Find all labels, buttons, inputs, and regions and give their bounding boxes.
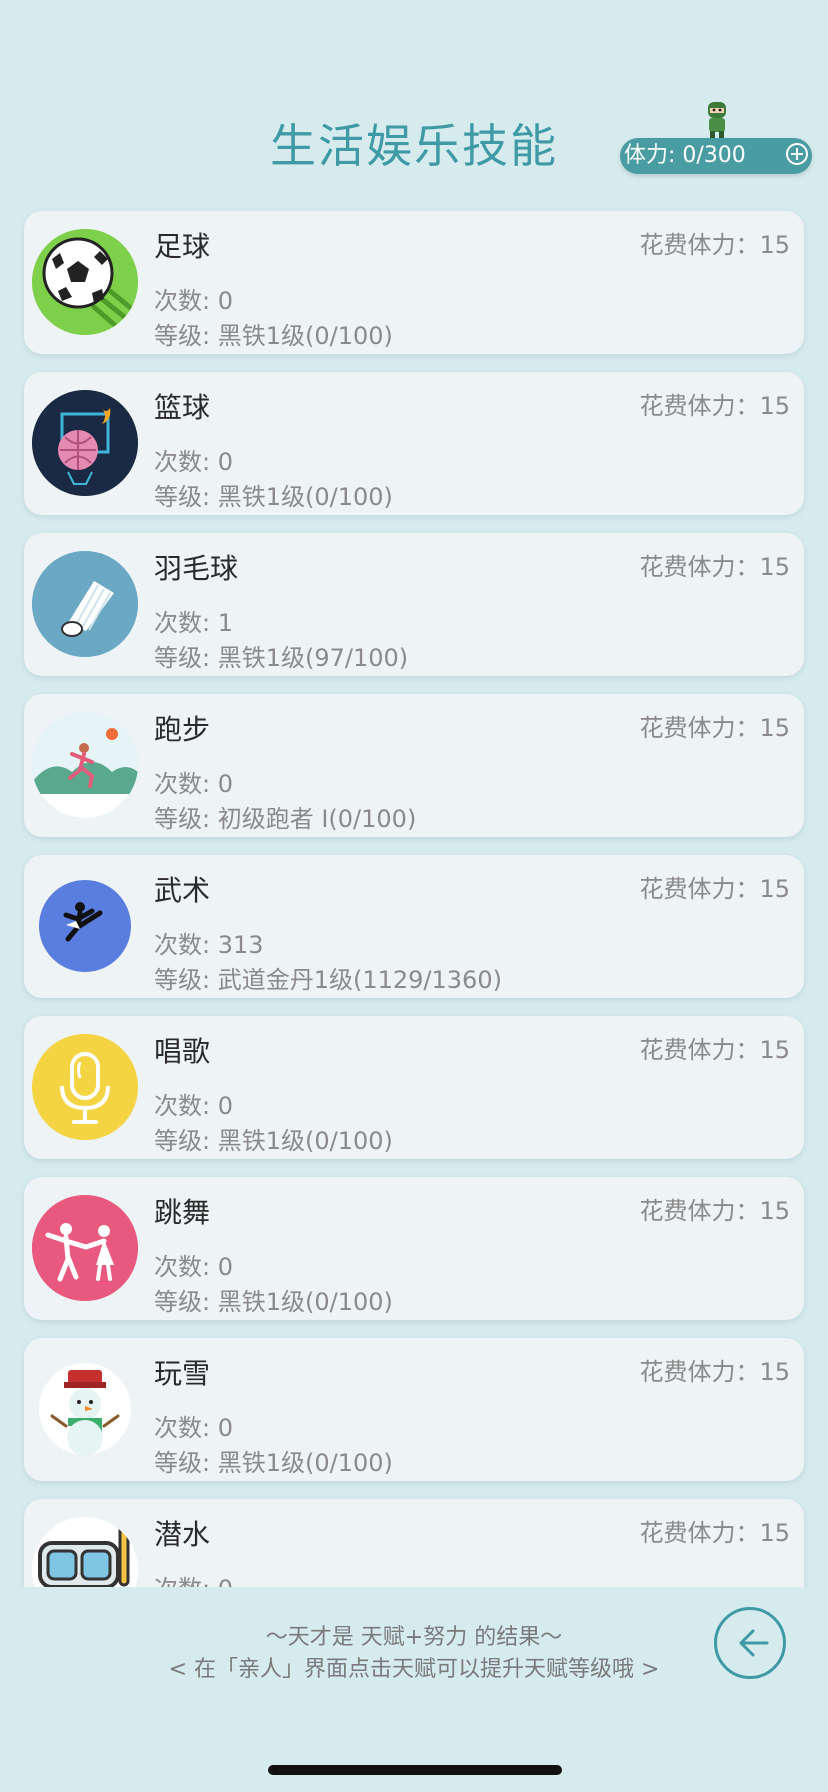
stamina-label: 体力: 0/300 <box>624 143 746 168</box>
arrow-left-icon <box>739 1629 769 1657</box>
skill-card[interactable]: 潜水 花费体力：15 次数: 0 <box>24 1499 804 1587</box>
skill-count: 次数: 1 <box>154 609 233 637</box>
skill-level: 等级: 黑铁1级(97/100) <box>154 644 409 672</box>
skill-level: 等级: 初级跑者 I(0/100) <box>154 805 417 833</box>
hint-text: < 在「亲人」界面点击天赋可以提升天赋等级哦 > <box>168 1657 660 1682</box>
skill-name: 足球 <box>154 230 211 263</box>
skill-level: 等级: 黑铁1级(0/100) <box>154 1288 393 1316</box>
footer: ～天才是 天赋+努力 的结果～ < 在「亲人」界面点击天赋可以提升天赋等级哦 > <box>0 1587 828 1792</box>
skill-card[interactable]: 武术 花费体力：15 次数: 313 等级: 武道金丹1级(1129/1360) <box>24 855 804 998</box>
skill-level: 等级: 黑铁1级(0/100) <box>154 1449 393 1477</box>
skill-level: 等级: 黑铁1级(0/100) <box>154 1127 393 1155</box>
skill-count: 次数: 0 <box>154 1414 233 1442</box>
skill-cost: 花费体力：15 <box>639 553 790 581</box>
skill-card[interactable]: 篮球 花费体力：15 次数: 0 等级: 黑铁1级(0/100) <box>24 372 804 515</box>
skill-level: 等级: 武道金丹1级(1129/1360) <box>154 966 502 994</box>
skill-card[interactable]: 唱歌 花费体力：15 次数: 0 等级: 黑铁1级(0/100) <box>24 1016 804 1159</box>
skill-card[interactable]: 跳舞 花费体力：15 次数: 0 等级: 黑铁1级(0/100) <box>24 1177 804 1320</box>
skill-count: 次数: 313 <box>154 931 264 959</box>
skill-name: 唱歌 <box>154 1035 211 1068</box>
skill-name: 跳舞 <box>154 1196 211 1229</box>
skill-cost: 花费体力：15 <box>639 392 790 420</box>
skill-name: 羽毛球 <box>154 552 239 585</box>
skill-count: 次数: 0 <box>154 1092 233 1120</box>
header: 生活娱乐技能 体力: 0/300 <box>0 0 828 200</box>
diving-mask-icon <box>32 1517 138 1587</box>
back-button[interactable] <box>714 1607 786 1679</box>
skill-card[interactable]: 羽毛球 花费体力：15 次数: 1 等级: 黑铁1级(97/100) <box>24 533 804 676</box>
skill-count: 次数: 0 <box>154 1569 233 1587</box>
skill-list[interactable]: 足球 花费体力：15 次数: 0 等级: 黑铁1级(0/100) 篮球 花费体力… <box>0 200 828 1587</box>
skill-level: 等级: 黑铁1级(0/100) <box>154 483 393 511</box>
skill-cost: 花费体力：15 <box>639 875 790 903</box>
microphone-icon <box>32 1034 138 1140</box>
basketball-hoop-icon <box>32 390 138 496</box>
soccer-ball-icon <box>32 229 138 335</box>
shuttlecock-icon <box>32 551 138 657</box>
skill-cost: 花费体力：15 <box>639 1197 790 1225</box>
martial-arts-kick-icon <box>32 873 138 979</box>
ninja-avatar-icon <box>708 102 726 139</box>
motto-text: ～天才是 天赋+努力 的结果～ <box>265 1625 563 1650</box>
skill-count: 次数: 0 <box>154 770 233 798</box>
dancers-icon <box>32 1195 138 1301</box>
skill-cost: 花费体力：15 <box>639 1358 790 1386</box>
skill-name: 玩雪 <box>154 1357 211 1390</box>
skill-name: 篮球 <box>154 391 211 424</box>
skill-card[interactable]: 跑步 花费体力：15 次数: 0 等级: 初级跑者 I(0/100) <box>24 694 804 837</box>
runner-icon <box>32 712 138 818</box>
home-indicator <box>268 1765 562 1775</box>
skill-name: 武术 <box>154 874 211 907</box>
skill-name: 跑步 <box>154 713 211 746</box>
skill-count: 次数: 0 <box>154 1253 233 1281</box>
skill-count: 次数: 0 <box>154 448 233 476</box>
add-stamina-icon[interactable] <box>786 143 808 165</box>
skill-cost: 花费体力：15 <box>639 231 790 259</box>
snowman-icon <box>32 1356 138 1462</box>
skill-cost: 花费体力：15 <box>639 1519 790 1547</box>
skill-count: 次数: 0 <box>154 287 233 315</box>
skill-card[interactable]: 足球 花费体力：15 次数: 0 等级: 黑铁1级(0/100) <box>24 211 804 354</box>
skill-level: 等级: 黑铁1级(0/100) <box>154 322 393 350</box>
skill-cost: 花费体力：15 <box>639 714 790 742</box>
skill-card[interactable]: 玩雪 花费体力：15 次数: 0 等级: 黑铁1级(0/100) <box>24 1338 804 1481</box>
stamina-pill[interactable]: 体力: 0/300 <box>620 138 812 174</box>
skill-name: 潜水 <box>154 1518 211 1551</box>
skill-cost: 花费体力：15 <box>639 1036 790 1064</box>
